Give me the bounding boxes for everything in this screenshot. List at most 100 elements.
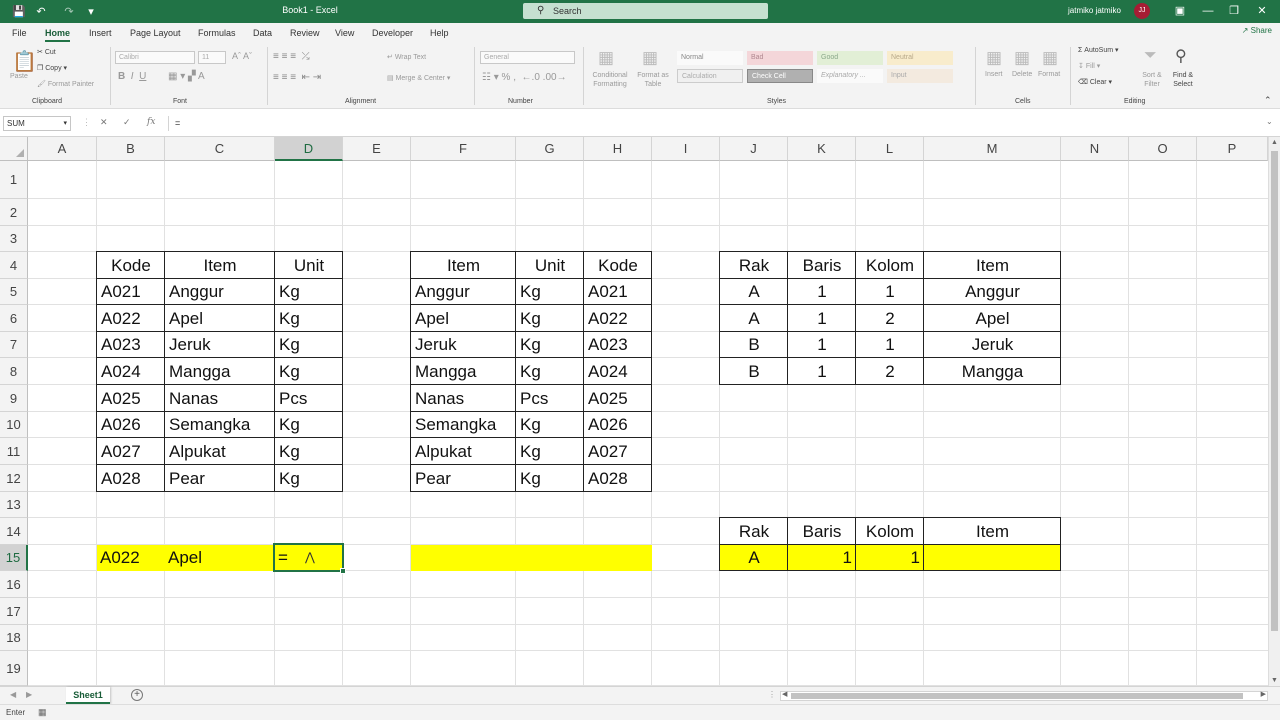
lookup-item-cell[interactable]: Apel (164, 544, 275, 571)
font-size-box[interactable]: 11 (198, 51, 226, 64)
style-neutral[interactable]: Neutral (887, 51, 953, 65)
row-header-17[interactable]: 17 (0, 598, 28, 625)
row-header-18[interactable]: 18 (0, 625, 28, 651)
formula-bar-options-icon[interactable]: ⋮ (82, 117, 91, 128)
tab-insert[interactable]: Insert (89, 28, 112, 38)
scroll-up-icon[interactable]: ▲ (1271, 139, 1278, 146)
border-fill-color-icon[interactable]: ▦ ▾ ▞ A (168, 71, 205, 82)
copy-button[interactable]: ❐ Copy ▾ (37, 64, 67, 72)
row-header-12[interactable]: 12 (0, 465, 28, 492)
row-header-11[interactable]: 11 (0, 438, 28, 465)
minimize-icon[interactable]: — (1198, 2, 1218, 20)
delete-cells-icon[interactable]: ▦ (1014, 48, 1030, 68)
format-painter-button[interactable]: 🖌 Format Painter (37, 80, 94, 88)
style-explanatory[interactable]: Explanatory ... (817, 69, 883, 83)
scroll-right-icon[interactable]: ▶ (1261, 690, 1266, 698)
format-cells-button[interactable]: Format (1038, 71, 1060, 78)
bold-italic-underline-icon[interactable]: B I U (118, 71, 146, 82)
font-grow-shrink-icon[interactable]: Aˆ Aˇ (232, 51, 252, 61)
column-header-d[interactable]: D (275, 137, 343, 161)
confirm-entry-icon[interactable]: ✓ (123, 117, 131, 128)
restore-icon[interactable]: ❐ (1224, 2, 1244, 20)
insert-cells-button[interactable]: Insert (985, 71, 1003, 78)
column-header-e[interactable]: E (343, 137, 411, 161)
row-header-3[interactable]: 3 (0, 226, 28, 252)
row-header-13[interactable]: 13 (0, 492, 28, 518)
column-header-g[interactable]: G (516, 137, 584, 161)
conditional-formatting-icon[interactable]: ▦ (598, 48, 614, 68)
style-normal[interactable]: Normal (677, 51, 743, 65)
cancel-entry-icon[interactable]: ✕ (100, 117, 108, 128)
find-select-button[interactable]: Find & Select (1168, 71, 1198, 89)
macro-recording-icon[interactable]: ▦ (38, 707, 47, 718)
row-header-10[interactable]: 10 (0, 412, 28, 438)
format-cells-icon[interactable]: ▦ (1042, 48, 1058, 68)
conditional-formatting-button[interactable]: Conditional Formatting (588, 71, 632, 89)
share-button[interactable]: ↗ Share (1242, 26, 1272, 35)
row-header-16[interactable]: 16 (0, 571, 28, 598)
row-header-5[interactable]: 5 (0, 279, 28, 305)
style-check-cell[interactable]: Check Cell (747, 69, 813, 83)
row-header-4[interactable]: 4 (0, 252, 28, 279)
search-box[interactable]: ⚲ Search (523, 3, 768, 19)
add-sheet-icon[interactable]: + (131, 689, 143, 701)
insert-function-icon[interactable]: fx (147, 117, 155, 127)
tab-formulas[interactable]: Formulas (198, 28, 236, 38)
worksheet-grid[interactable]: ABCDEFGHIJKLMNOP 1 2 3 4 5 6 7 8 9 10 11 12 13 14 15 16… (0, 137, 1268, 686)
row-header-1[interactable]: 1 (0, 161, 28, 199)
row-header-14[interactable]: 14 (0, 518, 28, 545)
tab-data[interactable]: Data (253, 28, 272, 38)
horizontal-scroll-thumb[interactable] (791, 693, 1243, 699)
row-header-15[interactable]: 15 (0, 545, 28, 571)
autosum-button[interactable]: Σ AutoSum ▾ (1078, 46, 1119, 54)
tab-split-handle-icon[interactable]: ⋮ (768, 690, 776, 699)
font-name-box[interactable]: Calibri (115, 51, 195, 64)
avatar[interactable]: JJ (1134, 3, 1150, 19)
number-format-icons[interactable]: ☷ ▾ % , ←.0 .00→ (482, 72, 567, 83)
tab-page-layout[interactable]: Page Layout (130, 28, 181, 38)
row-header-6[interactable]: 6 (0, 305, 28, 332)
column-header-c[interactable]: C (165, 137, 275, 161)
scroll-left-icon[interactable]: ◀ (782, 690, 787, 698)
previous-sheet-icon[interactable]: ◀ (10, 690, 16, 699)
style-calculation[interactable]: Calculation (677, 69, 743, 83)
sort-filter-icon[interactable]: ⏷ (1144, 47, 1157, 65)
column-header-o[interactable]: O (1129, 137, 1197, 161)
row-header-9[interactable]: 9 (0, 385, 28, 412)
format-as-table-icon[interactable]: ▦ (642, 48, 658, 68)
clear-button[interactable]: ⌫ Clear ▾ (1078, 78, 1112, 86)
user-name[interactable]: jatmiko jatmiko (1068, 6, 1121, 15)
sort-filter-button[interactable]: Sort & Filter (1137, 71, 1167, 89)
collapse-ribbon-icon[interactable]: ⌃ (1264, 95, 1272, 106)
wrap-text-button[interactable]: ↵ Wrap Text (387, 53, 426, 61)
tab-home[interactable]: Home (45, 28, 71, 42)
insert-cells-icon[interactable]: ▦ (986, 48, 1002, 68)
row-header-7[interactable]: 7 (0, 332, 28, 358)
close-icon[interactable]: ✕ (1252, 2, 1272, 20)
row-header-19[interactable]: 19 (0, 651, 28, 686)
vertical-align-icon[interactable]: ≡ ≡ ≡ ⤰ (273, 51, 310, 62)
next-sheet-icon[interactable]: ▶ (26, 690, 32, 699)
merge-center-button[interactable]: ▤ Merge & Center ▾ (387, 74, 450, 82)
tab-view[interactable]: View (335, 28, 354, 38)
column-header-i[interactable]: I (652, 137, 720, 161)
name-box[interactable]: SUM ▾ (3, 116, 71, 131)
scroll-down-icon[interactable]: ▼ (1271, 677, 1278, 684)
column-header-k[interactable]: K (788, 137, 856, 161)
fill-handle[interactable] (340, 568, 346, 574)
row-header-2[interactable]: 2 (0, 199, 28, 226)
paste-button[interactable]: Paste (10, 73, 28, 80)
column-header-p[interactable]: P (1197, 137, 1268, 161)
formula-input[interactable]: = (168, 116, 1268, 131)
lookup-kode-cell[interactable]: A022 (96, 544, 165, 571)
cut-button[interactable]: ✂ Cut (37, 48, 56, 56)
column-header-j[interactable]: J (720, 137, 788, 161)
number-format-box[interactable]: General (480, 51, 575, 64)
column-header-f[interactable]: F (411, 137, 516, 161)
vertical-scrollbar[interactable]: ▲ ▼ (1268, 137, 1280, 686)
column-header-n[interactable]: N (1061, 137, 1129, 161)
delete-cells-button[interactable]: Delete (1012, 71, 1032, 78)
horizontal-scrollbar[interactable]: ◀ ▶ (780, 691, 1268, 701)
fill-button[interactable]: ↧ Fill ▾ (1078, 62, 1100, 70)
style-bad[interactable]: Bad (747, 51, 813, 65)
